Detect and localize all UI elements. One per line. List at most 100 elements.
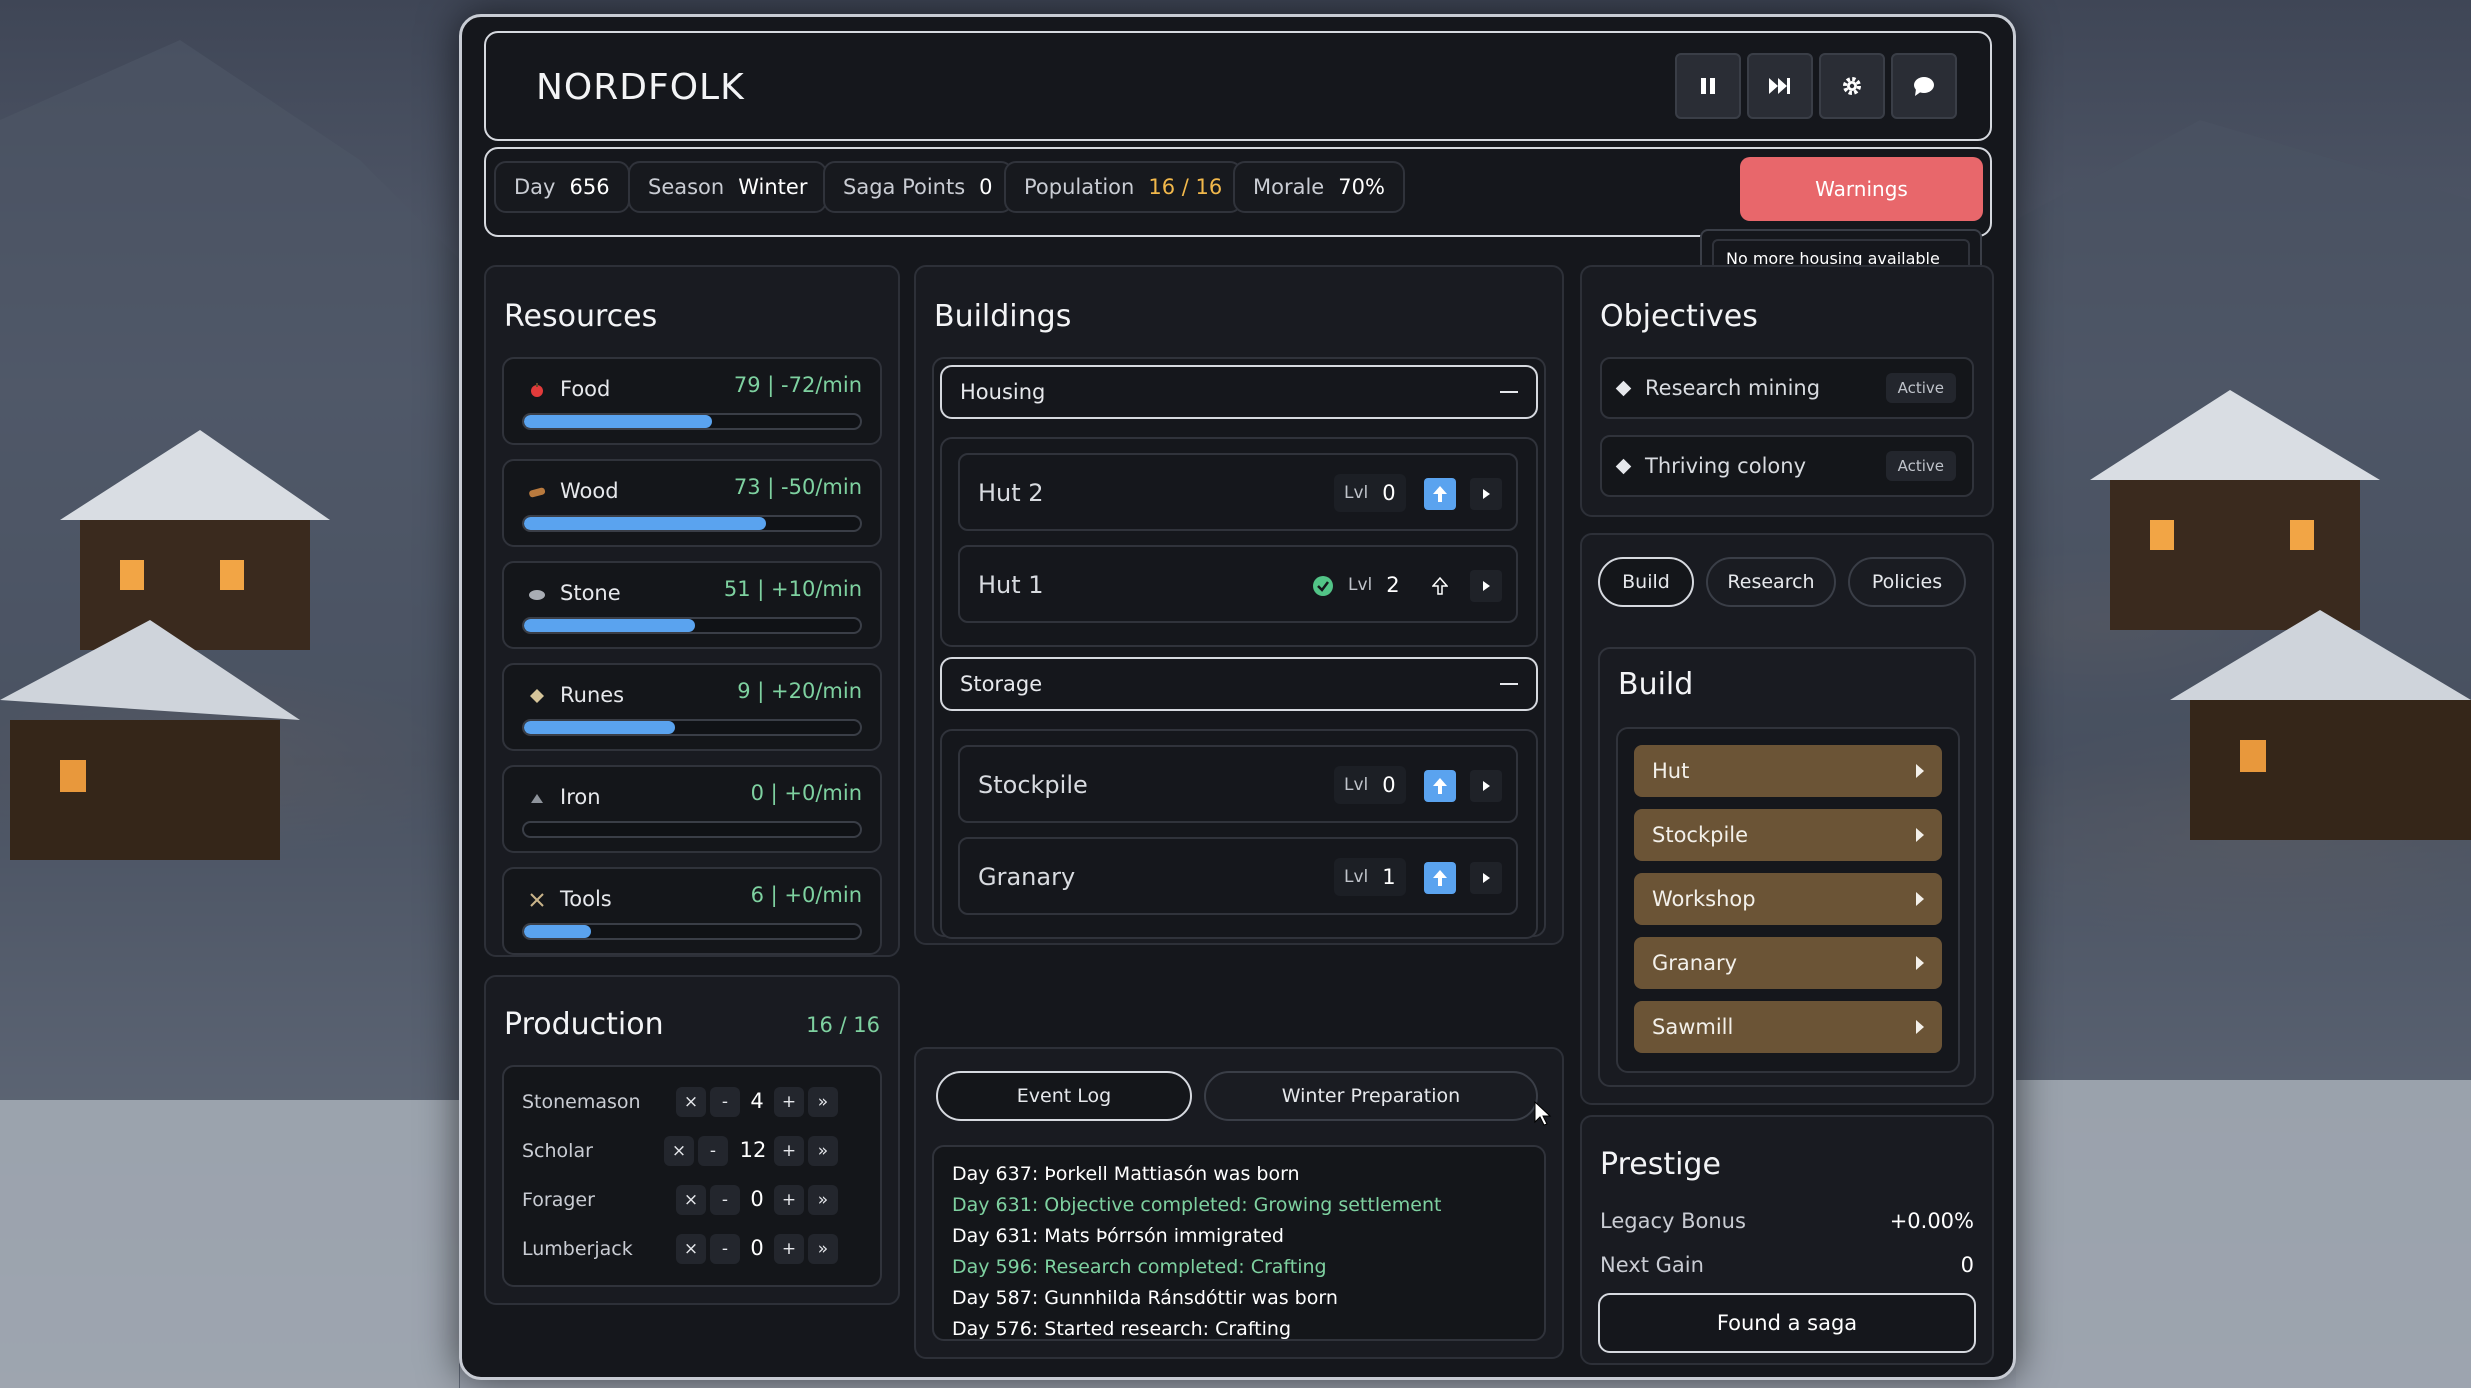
objective-research-mining: Research mining Active [1600, 357, 1974, 419]
iron-icon [526, 787, 548, 809]
build-item-label: Workshop [1652, 887, 1756, 911]
stat-value: 70% [1338, 175, 1385, 199]
level-display: Lvl 0 [1334, 766, 1406, 804]
level-value: 0 [1382, 481, 1396, 505]
diamond-icon [1615, 380, 1632, 396]
job-clear-button[interactable]: × [676, 1087, 706, 1117]
build-item-stockpile[interactable]: Stockpile [1634, 809, 1942, 861]
check-circle-icon [1313, 576, 1333, 596]
resources-panel: Resources Food 79 | -72/min Wood 73 | -5… [484, 265, 900, 957]
job-decrease-button[interactable]: - [710, 1234, 740, 1264]
tab-build[interactable]: Build [1598, 557, 1694, 607]
log-entry: Day 631: Objective completed: Growing se… [952, 1194, 1442, 1216]
job-increase-button[interactable]: + [774, 1136, 804, 1166]
resource-bar-fill [524, 721, 676, 734]
details-button[interactable] [1470, 478, 1502, 510]
resource-iron: Iron 0 | +0/min [502, 765, 882, 853]
resource-bar-fill [524, 619, 696, 632]
upgrade-button[interactable] [1424, 570, 1456, 602]
objectives-title: Objectives [1600, 299, 1758, 334]
tab-policies[interactable]: Policies [1848, 557, 1966, 607]
resource-value: 51 | +10/min [723, 577, 862, 601]
job-max-button[interactable]: » [808, 1087, 838, 1117]
stat-value: 0 [979, 175, 993, 199]
arrow-up-icon [1433, 870, 1447, 886]
job-max-button[interactable]: » [808, 1136, 838, 1166]
job-max-button[interactable]: » [808, 1185, 838, 1215]
buildings-panel: Buildings Housing Hut 2 Lvl 0 Hut 1 Lvl … [914, 265, 1564, 945]
pause-button[interactable] [1675, 53, 1741, 119]
group-header-storage[interactable]: Storage [940, 657, 1538, 711]
build-item-hut[interactable]: Hut [1634, 745, 1942, 797]
job-increase-button[interactable]: + [774, 1087, 804, 1117]
buildings-title: Buildings [934, 299, 1072, 334]
game-title: NORDFOLK [536, 67, 745, 108]
upgrade-button[interactable] [1424, 478, 1456, 510]
next-gain-value: 0 [1960, 1253, 1974, 1277]
objective-name: Research mining [1645, 376, 1821, 400]
upgrade-button[interactable] [1424, 862, 1456, 894]
job-decrease-button[interactable]: - [710, 1087, 740, 1117]
caret-right-icon [1483, 781, 1490, 791]
details-button[interactable] [1470, 770, 1502, 802]
resource-value: 9 | +20/min [737, 679, 862, 703]
building-name: Stockpile [978, 771, 1088, 799]
found-saga-button[interactable]: Found a saga [1598, 1293, 1976, 1353]
building-granary: Granary Lvl 1 [958, 837, 1518, 915]
resource-value: 0 | +0/min [750, 781, 862, 805]
apple-icon [526, 379, 548, 401]
level-display: Lvl 0 [1334, 474, 1406, 512]
resource-name: Stone [560, 581, 621, 605]
log-list[interactable]: Day 637: Þorkell Mattiasón was born Day … [932, 1145, 1546, 1341]
job-decrease-button[interactable]: - [710, 1185, 740, 1215]
tab-event-log[interactable]: Event Log [936, 1071, 1192, 1121]
build-item-granary[interactable]: Granary [1634, 937, 1942, 989]
caret-right-icon [1916, 828, 1924, 842]
fast-forward-icon [1769, 78, 1790, 94]
build-item-label: Granary [1652, 951, 1738, 975]
resource-value: 6 | +0/min [750, 883, 862, 907]
tab-research[interactable]: Research [1706, 557, 1836, 607]
fast-forward-button[interactable] [1747, 53, 1813, 119]
details-button[interactable] [1470, 570, 1502, 602]
resource-value: 73 | -50/min [733, 475, 862, 499]
building-name: Granary [978, 863, 1076, 891]
resource-bar-fill [524, 925, 592, 938]
caret-right-icon [1916, 764, 1924, 778]
job-clear-button[interactable]: × [676, 1185, 706, 1215]
warnings-button[interactable]: Warnings [1740, 157, 1983, 221]
build-item-sawmill[interactable]: Sawmill [1634, 1001, 1942, 1053]
resources-title: Resources [504, 299, 658, 334]
job-decrease-button[interactable]: - [698, 1136, 728, 1166]
group-name: Housing [960, 380, 1046, 404]
settings-button[interactable] [1819, 53, 1885, 119]
building-hut-2: Hut 2 Lvl 0 [958, 453, 1518, 531]
chat-button[interactable] [1891, 53, 1957, 119]
next-gain-label: Next Gain [1600, 1253, 1704, 1277]
details-button[interactable] [1470, 862, 1502, 894]
prestige-title: Prestige [1600, 1147, 1721, 1182]
resource-runes: Runes 9 | +20/min [502, 663, 882, 751]
job-increase-button[interactable]: + [774, 1185, 804, 1215]
build-item-label: Hut [1652, 759, 1690, 783]
stat-season: Season Winter [628, 161, 828, 213]
log-entry: Day 576: Started research: Crafting [952, 1318, 1292, 1340]
stone-icon [526, 583, 548, 605]
group-header-housing[interactable]: Housing [940, 365, 1538, 419]
diamond-icon [1615, 458, 1632, 474]
log-icon [526, 481, 548, 503]
upgrade-button[interactable] [1424, 770, 1456, 802]
build-item-workshop[interactable]: Workshop [1634, 873, 1942, 925]
level-display: Lvl 1 [1334, 858, 1406, 896]
job-clear-button[interactable]: × [676, 1234, 706, 1264]
legacy-bonus-label: Legacy Bonus [1600, 1209, 1746, 1233]
resource-bar [522, 719, 862, 736]
rune-icon [526, 685, 548, 707]
job-max-button[interactable]: » [808, 1234, 838, 1264]
building-stockpile: Stockpile Lvl 0 [958, 745, 1518, 823]
job-increase-button[interactable]: + [774, 1234, 804, 1264]
tab-winter-preparation[interactable]: Winter Preparation [1204, 1071, 1538, 1121]
level-value: 1 [1382, 865, 1396, 889]
job-clear-button[interactable]: × [664, 1136, 694, 1166]
resource-value: 79 | -72/min [733, 373, 862, 397]
